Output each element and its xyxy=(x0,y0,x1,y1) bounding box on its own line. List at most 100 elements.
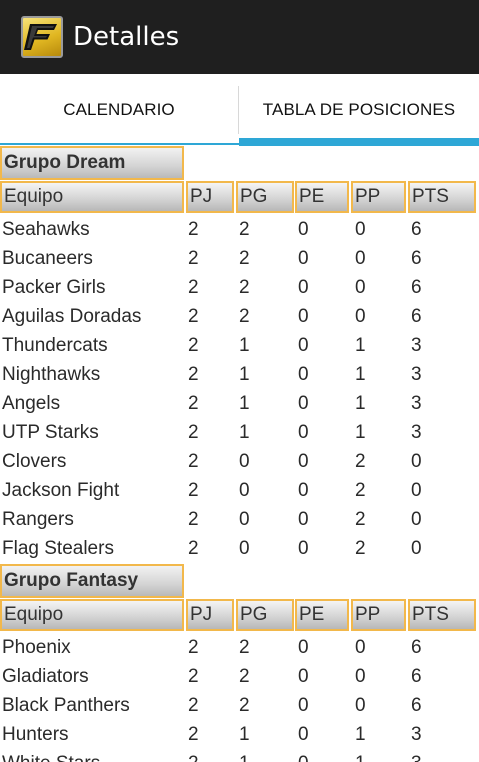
standings-list[interactable]: Grupo Dream Equipo PJ PG PE PP PTS Seahawks 2 2 0 0… xyxy=(0,146,479,762)
stat-pe: 0 xyxy=(298,248,309,269)
team-name: Bucaneers xyxy=(2,248,93,269)
team-name: Rangers xyxy=(2,509,74,530)
stat-pg: 2 xyxy=(239,219,250,240)
stat-pe: 0 xyxy=(298,637,309,658)
stat-pj: 2 xyxy=(188,248,199,269)
table-row: Black Panthers 2 2 0 0 6 xyxy=(0,691,479,720)
tab-calendario[interactable]: CALENDARIO xyxy=(0,74,238,146)
team-name: Angels xyxy=(2,393,61,414)
stat-pts: 6 xyxy=(411,277,422,298)
team-name: White Stars xyxy=(2,749,100,762)
tab-tabla-de-posiciones[interactable]: TABLA DE POSICIONES xyxy=(239,74,479,146)
stat-pj: 2 xyxy=(188,724,199,745)
team-name: Thundercats xyxy=(2,335,108,356)
stat-pg: 2 xyxy=(239,666,250,687)
team-name: Nighthawks xyxy=(2,364,101,385)
table-row: Jackson Fight 2 0 0 2 0 xyxy=(0,476,479,505)
column-header-pp: PP xyxy=(351,181,406,213)
stat-pg: 0 xyxy=(239,538,250,559)
stat-pe: 0 xyxy=(298,509,309,530)
column-header-equipo: Equipo xyxy=(0,181,184,213)
stat-pp: 1 xyxy=(355,364,366,385)
team-name: Clovers xyxy=(2,451,67,472)
stat-pts: 0 xyxy=(411,509,422,530)
stat-pts: 6 xyxy=(411,248,422,269)
stat-pj: 2 xyxy=(188,480,199,501)
table-row: Bucaneers 2 2 0 0 6 xyxy=(0,244,479,273)
stat-pts: 6 xyxy=(411,219,422,240)
team-name: UTP Starks xyxy=(2,422,99,443)
logo-letter-graphic xyxy=(24,24,57,50)
stat-pj: 2 xyxy=(188,749,199,762)
stat-pe: 0 xyxy=(298,306,309,327)
stat-pg: 2 xyxy=(239,695,250,716)
stat-pe: 0 xyxy=(298,422,309,443)
stat-pg: 1 xyxy=(239,335,250,356)
stat-pp: 1 xyxy=(355,724,366,745)
stat-pts: 6 xyxy=(411,666,422,687)
stat-pp: 0 xyxy=(355,695,366,716)
team-name: Gladiators xyxy=(2,666,89,687)
flag-football-logo-icon[interactable] xyxy=(21,16,63,58)
stat-pp: 2 xyxy=(355,451,366,472)
stat-pg: 1 xyxy=(239,393,250,414)
table-row: Thundercats 2 1 0 1 3 xyxy=(0,331,479,360)
stat-pp: 1 xyxy=(355,422,366,443)
stat-pe: 0 xyxy=(298,538,309,559)
tab-strip-line xyxy=(0,143,239,145)
stat-pts: 6 xyxy=(411,637,422,658)
stat-pg: 1 xyxy=(239,749,250,762)
stat-pj: 2 xyxy=(188,509,199,530)
stat-pj: 2 xyxy=(188,422,199,443)
table-row: Nighthawks 2 1 0 1 3 xyxy=(0,360,479,389)
stat-pp: 2 xyxy=(355,538,366,559)
tab-bar: CALENDARIO TABLA DE POSICIONES xyxy=(0,74,479,146)
table-row: Aguilas Doradas 2 2 0 0 6 xyxy=(0,302,479,331)
stat-pj: 2 xyxy=(188,695,199,716)
stat-pj: 2 xyxy=(188,219,199,240)
stat-pts: 0 xyxy=(411,538,422,559)
stat-pj: 2 xyxy=(188,335,199,356)
stat-pp: 2 xyxy=(355,509,366,530)
stat-pts: 3 xyxy=(411,393,422,414)
table-row: Angels 2 1 0 1 3 xyxy=(0,389,479,418)
stat-pj: 2 xyxy=(188,538,199,559)
table-row: Seahawks 2 2 0 0 6 xyxy=(0,215,479,244)
stat-pj: 2 xyxy=(188,393,199,414)
column-header-pg: PG xyxy=(236,181,294,213)
stat-pe: 0 xyxy=(298,666,309,687)
stat-pg: 1 xyxy=(239,364,250,385)
column-header-pp: PP xyxy=(351,599,406,631)
stat-pe: 0 xyxy=(298,219,309,240)
stat-pj: 2 xyxy=(188,637,199,658)
team-name: Hunters xyxy=(2,724,69,745)
stat-pg: 2 xyxy=(239,637,250,658)
stat-pp: 1 xyxy=(355,393,366,414)
table-row: UTP Starks 2 1 0 1 3 xyxy=(0,418,479,447)
column-header-row: Equipo PJ PG PE PP PTS xyxy=(0,599,479,631)
team-name: Seahawks xyxy=(2,219,90,240)
column-header-pe: PE xyxy=(295,181,349,213)
stat-pts: 3 xyxy=(411,749,422,762)
stat-pg: 1 xyxy=(239,724,250,745)
selected-tab-indicator xyxy=(239,138,479,146)
table-row: White Stars 2 1 0 1 3 xyxy=(0,749,479,762)
stat-pts: 3 xyxy=(411,724,422,745)
column-header-pts: PTS xyxy=(408,181,476,213)
stat-pj: 2 xyxy=(188,451,199,472)
column-header-pj: PJ xyxy=(186,599,234,631)
stat-pe: 0 xyxy=(298,724,309,745)
stat-pg: 2 xyxy=(239,277,250,298)
stat-pp: 0 xyxy=(355,277,366,298)
stat-pts: 3 xyxy=(411,422,422,443)
stat-pp: 0 xyxy=(355,306,366,327)
team-name: Aguilas Doradas xyxy=(2,306,142,327)
stat-pp: 0 xyxy=(355,666,366,687)
group-header: Grupo Fantasy xyxy=(0,564,184,598)
stat-pj: 2 xyxy=(188,306,199,327)
stat-pj: 2 xyxy=(188,277,199,298)
table-row: Clovers 2 0 0 2 0 xyxy=(0,447,479,476)
team-name: Jackson Fight xyxy=(2,480,120,501)
table-row: Flag Stealers 2 0 0 2 0 xyxy=(0,534,479,563)
stat-pe: 0 xyxy=(298,695,309,716)
